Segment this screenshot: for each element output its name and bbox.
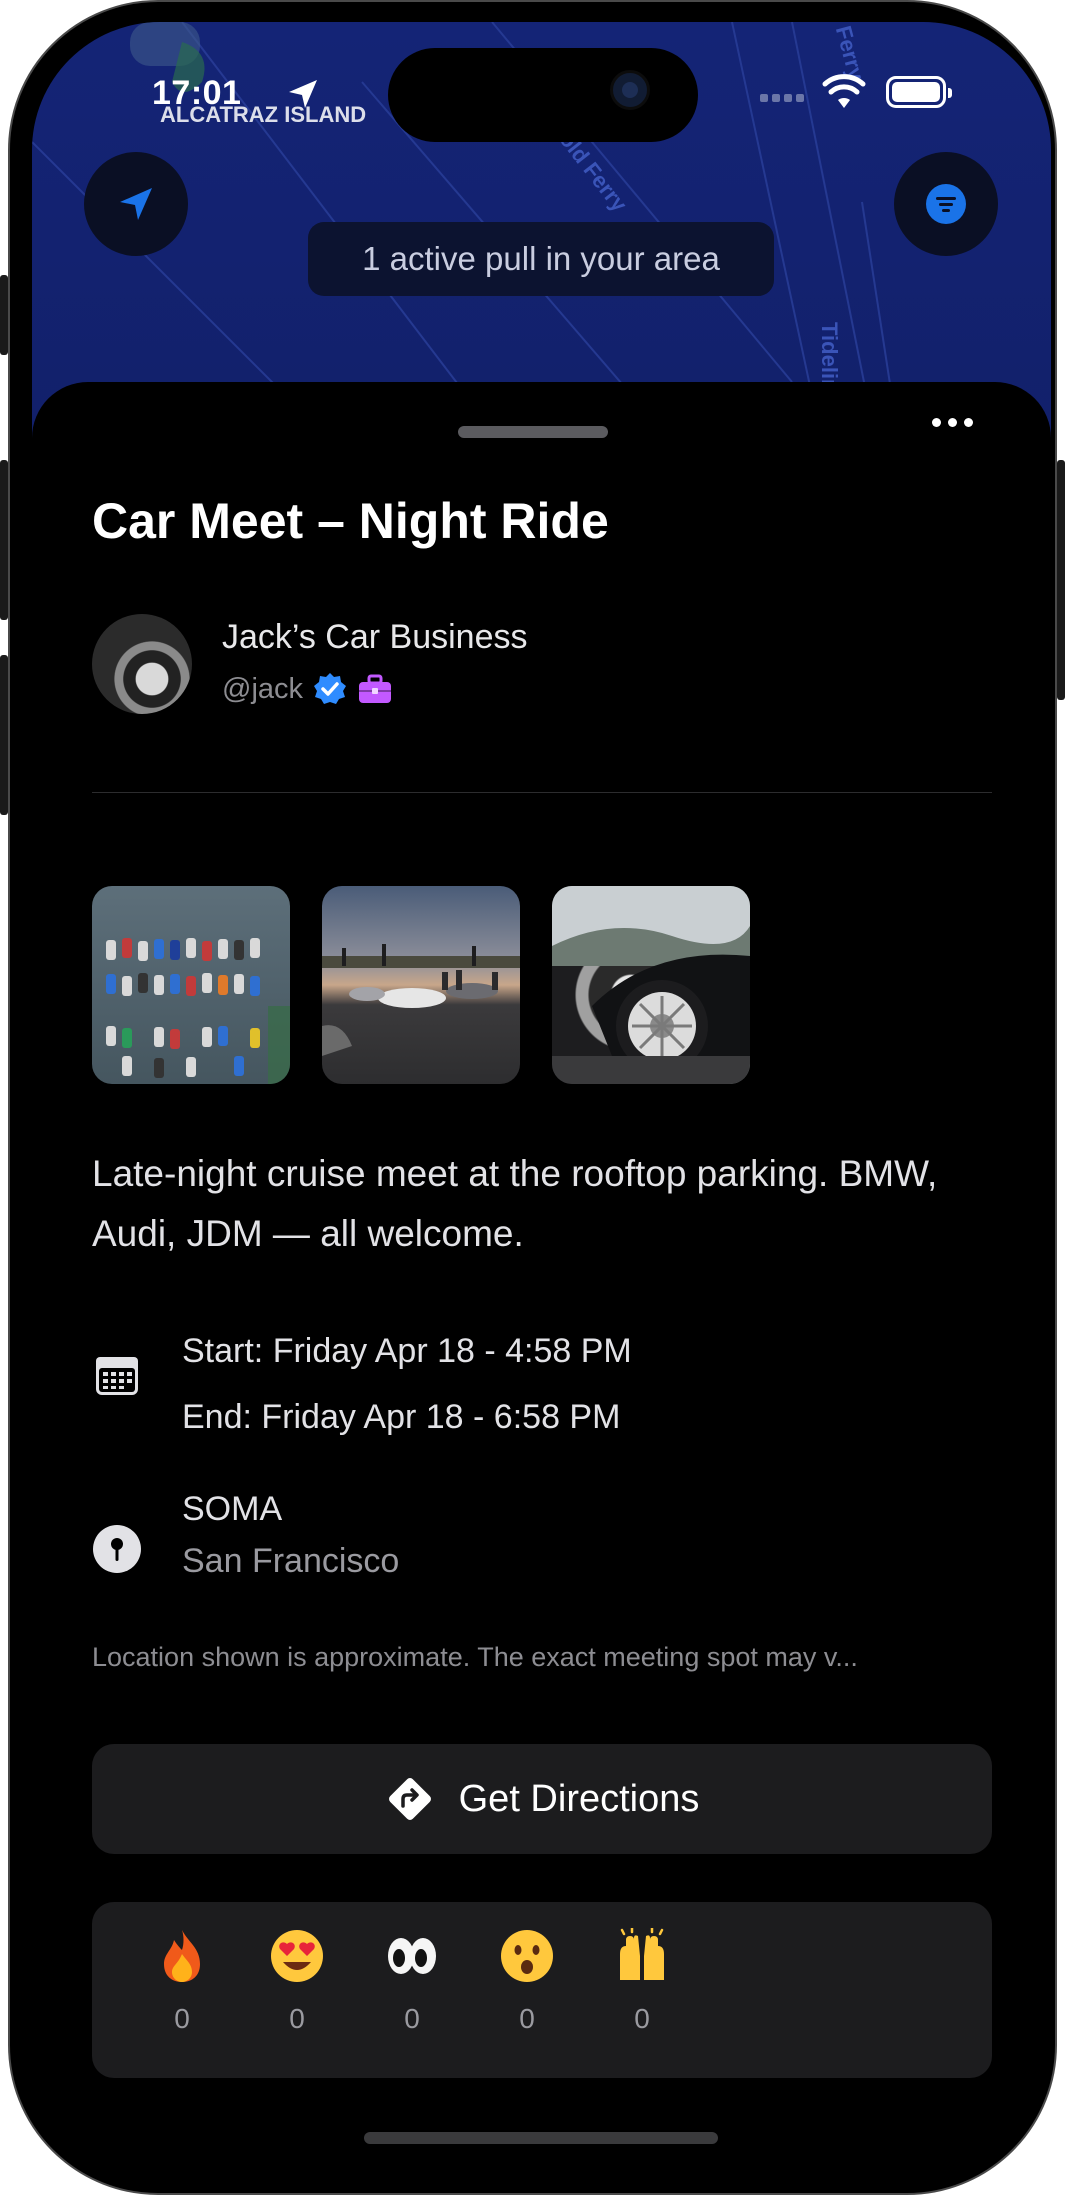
section-divider bbox=[92, 792, 992, 793]
pull-description: Late-night cruise meet at the rooftop pa… bbox=[92, 1153, 938, 1254]
home-indicator[interactable] bbox=[364, 2132, 718, 2144]
volume-up-button bbox=[0, 460, 8, 620]
directions-icon bbox=[388, 1778, 431, 1820]
author-handle[interactable]: @jack bbox=[222, 673, 303, 706]
calendar-icon bbox=[96, 1357, 138, 1395]
more-options-button[interactable] bbox=[932, 418, 973, 427]
pull-detail-sheet: Car Meet – Night Ride Jack’s Car Busines… bbox=[32, 382, 1051, 2182]
location-disclaimer: Location shown is approximate. The exact… bbox=[92, 1642, 858, 1672]
recenter-location-button[interactable] bbox=[84, 152, 188, 256]
reaction-raised-hands-count: 0 bbox=[634, 2003, 650, 2034]
parking-lot-image bbox=[106, 938, 290, 1084]
active-pulls-banner[interactable]: 1 active pull in your area bbox=[308, 222, 774, 296]
photo-thumbnail-parking-lot[interactable] bbox=[92, 886, 290, 1084]
status-time: 17:01 bbox=[152, 74, 242, 112]
car-gathering-image bbox=[322, 944, 520, 1056]
filter-button[interactable] bbox=[894, 152, 998, 256]
phone-frame: Gold Ferry Tideline Ferry Ferry ALCATRAZ… bbox=[8, 0, 1057, 2195]
action-button bbox=[0, 275, 8, 355]
fire-emoji-icon bbox=[164, 1930, 200, 1982]
reaction-fire[interactable]: 0 bbox=[132, 1928, 232, 2035]
reaction-astonished-count: 0 bbox=[519, 2003, 535, 2034]
cellular-signal-icon bbox=[760, 94, 804, 102]
reaction-eyes-count: 0 bbox=[404, 2003, 420, 2034]
phone-screen: Gold Ferry Tideline Ferry Ferry ALCATRAZ… bbox=[32, 22, 1051, 2182]
location-name: SOMA bbox=[182, 1490, 283, 1528]
verified-badge-icon bbox=[314, 673, 347, 704]
author-name[interactable]: Jack’s Car Business bbox=[222, 618, 528, 657]
pull-title: Car Meet – Night Ride bbox=[92, 493, 609, 549]
front-camera bbox=[610, 70, 650, 110]
reaction-raised-hands[interactable]: 0 bbox=[592, 1926, 692, 2035]
location-city: San Francisco bbox=[182, 1542, 400, 1580]
reaction-heart-eyes-count: 0 bbox=[289, 2003, 305, 2034]
get-directions-button[interactable]: Get Directions bbox=[92, 1744, 992, 1854]
author-avatar[interactable] bbox=[92, 614, 192, 714]
wifi-icon bbox=[822, 74, 866, 108]
volume-down-button bbox=[0, 655, 8, 815]
eyes-emoji-icon bbox=[388, 1938, 436, 1974]
reaction-fire-count: 0 bbox=[174, 2003, 190, 2034]
navigation-arrow-icon bbox=[120, 188, 152, 220]
dynamic-island bbox=[388, 48, 698, 142]
heart-eyes-emoji-icon bbox=[271, 1930, 323, 1982]
reaction-astonished[interactable]: 0 bbox=[477, 1928, 577, 2035]
reaction-heart-eyes[interactable]: 0 bbox=[247, 1928, 347, 2035]
power-button bbox=[1057, 460, 1065, 700]
start-time: Start: Friday Apr 18 - 4:58 PM bbox=[182, 1332, 632, 1370]
location-pin-icon bbox=[93, 1525, 141, 1573]
get-directions-label: Get Directions bbox=[458, 1777, 700, 1820]
photo-thumbnail-car-gathering[interactable] bbox=[322, 886, 520, 1084]
filter-icon bbox=[926, 184, 966, 224]
reactions-bar: 0 0 0 0 0 bbox=[92, 1902, 992, 2078]
astonished-emoji-icon bbox=[501, 1930, 553, 1982]
sheet-grabber[interactable] bbox=[458, 426, 608, 438]
photo-thumbnail-wheel-closeup[interactable] bbox=[552, 886, 750, 1084]
end-time: End: Friday Apr 18 - 6:58 PM bbox=[182, 1398, 621, 1436]
business-briefcase-icon bbox=[359, 674, 392, 703]
wheel-closeup-image bbox=[552, 886, 750, 1084]
battery-icon bbox=[886, 76, 952, 108]
author-handle-row: @jack bbox=[222, 672, 393, 706]
location-services-icon bbox=[289, 80, 317, 108]
raised-hands-emoji-icon bbox=[620, 1926, 664, 1980]
reaction-eyes[interactable]: 0 bbox=[362, 1928, 462, 2035]
